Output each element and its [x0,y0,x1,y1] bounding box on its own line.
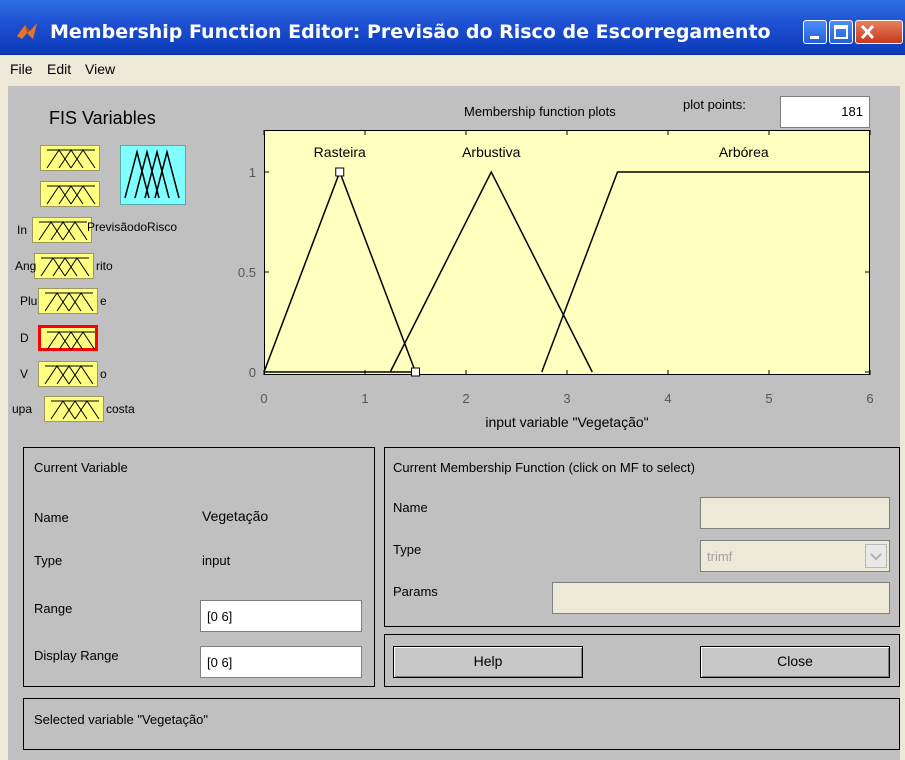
x-tick-label: 4 [664,391,671,406]
dropdown-arrow-button[interactable] [865,544,887,568]
name-value: Vegetação [202,508,269,524]
x-tick-label: 5 [765,391,772,406]
mf-type-value: trimf [707,549,733,564]
x-tick-label: 1 [361,391,368,406]
help-button[interactable]: Help [393,646,583,678]
y-tick-label: 0 [249,365,256,380]
mf-label-arbórea: Arbórea [719,144,769,160]
x-tick-label: 0 [260,391,267,406]
mf-type-label: Type [393,542,422,557]
mf-chart[interactable]: 0 1 2 3 4 5 6 0 0.5 1 input variable "Vegetação" Ra… [0,0,905,440]
mf-params-input[interactable] [552,582,890,614]
x-tick-label: 3 [563,391,570,406]
mf-label-arbustiva: Arbustiva [462,144,521,160]
name-label: Name [34,510,69,525]
display-range-label: Display Range [34,648,119,663]
y-tick-label: 1 [249,165,256,180]
mf-params-label: Params [393,584,438,599]
display-range-input[interactable]: [0 6] [200,646,362,678]
x-tick-label: 6 [866,391,873,406]
current-variable-title: Current Variable [34,460,128,475]
mf-curve-arbórea [541,171,870,373]
mf-vertex-handle [335,167,345,177]
mf-name-label: Name [393,500,428,515]
mf-name-input[interactable] [700,497,890,529]
mf-curve-arbustiva [389,170,593,373]
mf-curve-rasteira [263,169,417,373]
type-label: Type [34,553,63,568]
type-value: input [202,553,231,568]
x-tick-label: 2 [462,391,469,406]
mf-type-select[interactable]: trimf [700,540,890,572]
range-input[interactable]: [0 6] [200,600,362,632]
mf-label-rasteira: Rasteira [314,144,366,160]
x-axis-label: input variable "Vegetação" [485,414,648,430]
chevron-down-icon [870,553,882,561]
status-message: Selected variable "Vegetação" [34,712,209,727]
close-button[interactable]: Close [700,646,890,678]
mf-vertex-handle [411,367,420,377]
mf-editor-window: Membership Function Editor: Previsão do … [0,0,905,760]
range-label: Range [34,601,73,616]
current-mf-title: Current Membership Function (click on MF… [393,460,695,475]
y-tick-label: 0.5 [238,265,256,280]
